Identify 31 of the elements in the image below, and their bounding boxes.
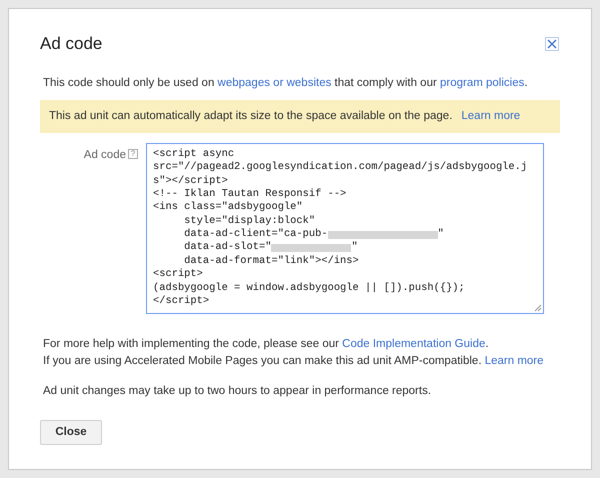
code-line: data-ad-client="ca-pub- [183,228,328,242]
help-icon[interactable]: ? [128,148,138,159]
close-button[interactable]: Close [40,420,102,445]
code-line: s"></script> [153,174,228,188]
code-line: <ins class="adsbygoogle" [153,201,303,215]
help-text: For more help with implementing the code, please see our Code Implementation Guide. [43,336,490,352]
code-line: <!-- Iklan Tautan Responsif --> [153,188,346,202]
code-line: <script> [153,268,203,282]
policy-link[interactable]: program policies [440,76,524,88]
resize-grip-icon[interactable] [534,304,542,312]
code-line: " [351,241,358,255]
banner-text: This ad unit can automatically adapt its size to the space available on the page. [49,108,452,124]
field-label: Ad code [84,148,126,163]
code-line: style="display:block" [183,214,316,228]
code-textarea[interactable] [146,142,544,314]
notice-text: This code should only be used on webpages or websites that comply with our program policies. [42,76,529,90]
help-text: If you are using Accelerated Mobile Pages you can make this ad unit AMP-compatible. Learn more [43,354,545,369]
close-icon[interactable] [545,36,559,51]
code-line: src="//pagead2.googlesyndication.com/pagead/js/adsbygoogle.j [153,161,528,175]
code-line: " [438,228,444,242]
code-line: (adsbygoogle = window.adsbygoogle || []).push({}); [153,282,465,296]
learn-more-link[interactable]: Learn more [461,108,520,125]
code-line: data-ad-format="link"></ins> [183,254,359,268]
code-line: <script async [153,148,234,162]
help-link[interactable]: Code Implementation Guide [342,338,486,350]
dialog-title: Ad code [40,33,102,55]
code-line: data-ad-slot=" [183,241,272,255]
help-link[interactable]: Learn more [484,354,544,367]
footer-note: Ad unit changes may take up to two hours to appear in performance reports. [42,384,432,399]
policy-link[interactable]: webpages or websites [218,76,332,88]
code-line: </script> [153,295,210,308]
